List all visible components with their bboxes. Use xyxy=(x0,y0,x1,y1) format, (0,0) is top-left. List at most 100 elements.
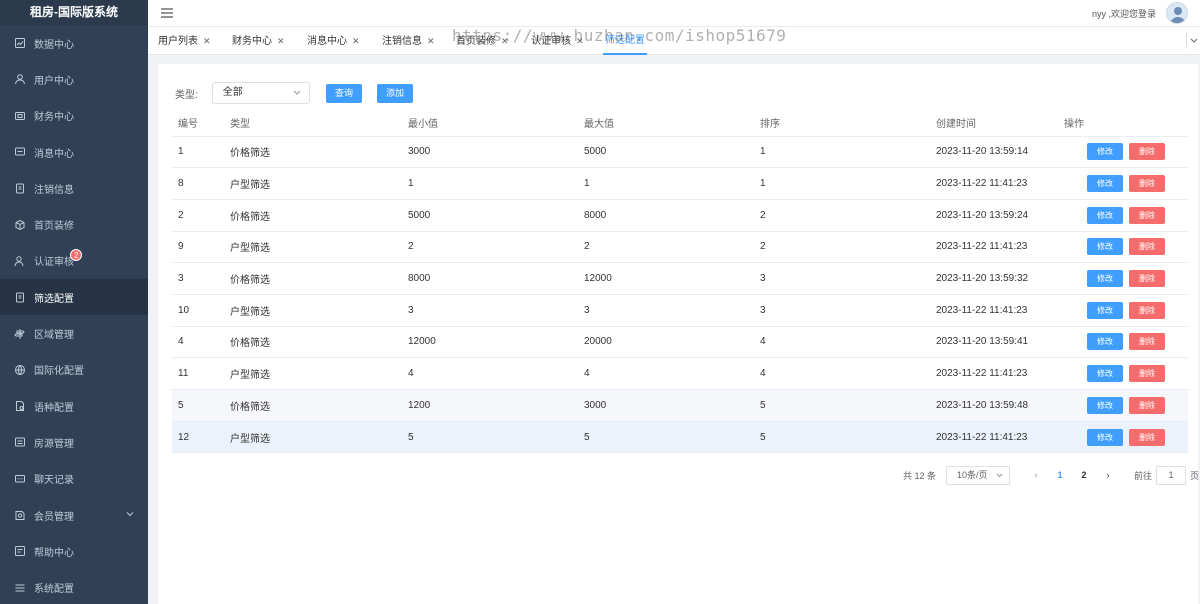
sidebar-item-label: 财务中心 xyxy=(34,112,74,124)
table-cell: 3 xyxy=(402,294,578,327)
tab-6[interactable]: 认证审核 ✕ xyxy=(531,27,584,55)
avatar[interactable] xyxy=(1166,2,1188,24)
sidebar-item-10[interactable]: 国际化配置 xyxy=(0,352,148,388)
sidebar-item-label: 系统配置 xyxy=(34,584,74,596)
delete-button[interactable]: 删除 xyxy=(1129,175,1165,193)
delete-button[interactable]: 删除 xyxy=(1129,428,1165,446)
table-body: 1 价格筛选 3000 5000 1 2023-11-20 13:59:14 修改 删除 8 户型… xyxy=(172,136,1188,454)
sidebar-item-9[interactable]: 区域管理 xyxy=(0,315,148,351)
tab-4[interactable]: 注销信息 ✕ xyxy=(382,27,435,55)
row-actions: 修改 删除 xyxy=(1064,294,1188,327)
table-cell: 3 xyxy=(578,294,754,327)
sidebar-item-8[interactable]: 筛选配置 xyxy=(0,279,148,316)
delete-button[interactable]: 删除 xyxy=(1129,301,1165,319)
user-area: nyy ,欢迎您登录 xyxy=(1092,2,1188,24)
next-page-button[interactable]: › xyxy=(1096,470,1120,480)
edit-button[interactable]: 修改 xyxy=(1087,396,1123,414)
document-icon xyxy=(14,400,26,412)
sidebar-item-2[interactable]: 用户中心 xyxy=(0,61,148,97)
table-cell: 3 xyxy=(172,262,224,295)
close-icon[interactable]: ✕ xyxy=(277,36,285,46)
sidebar-item-16[interactable]: 系统配置 xyxy=(0,569,148,604)
sidebar-item-11[interactable]: 语种配置 xyxy=(0,388,148,424)
signpost-icon xyxy=(14,328,26,340)
page-2-button[interactable]: 2 xyxy=(1072,470,1096,480)
sidebar-item-4[interactable]: 消息中心 xyxy=(0,134,148,170)
top-bar: nyy ,欢迎您登录 xyxy=(148,0,1200,27)
delete-button[interactable]: 删除 xyxy=(1129,365,1165,383)
chevron-down-icon xyxy=(293,90,301,95)
delete-button[interactable]: 删除 xyxy=(1129,143,1165,161)
sidebar-item-label: 首页装修 xyxy=(34,221,74,233)
wallet-icon xyxy=(14,110,26,122)
sidebar-item-5[interactable]: 注销信息 xyxy=(0,170,148,206)
close-icon[interactable]: ✕ xyxy=(576,36,584,46)
page-size-select[interactable]: 10条/页 xyxy=(946,465,1011,485)
goto-page-input[interactable]: 1 xyxy=(1156,465,1187,485)
table-cell: 1 xyxy=(754,136,930,169)
sidebar-item-label: 注销信息 xyxy=(34,184,74,196)
tab-label: 用户列表 xyxy=(158,36,198,47)
edit-button[interactable]: 修改 xyxy=(1087,301,1123,319)
edit-button[interactable]: 修改 xyxy=(1087,428,1123,446)
sidebar-item-3[interactable]: 财务中心 xyxy=(0,98,148,134)
edit-button[interactable]: 修改 xyxy=(1087,365,1123,383)
tab-5[interactable]: 首页装修 ✕ xyxy=(456,27,509,55)
close-icon[interactable]: ✕ xyxy=(203,36,211,46)
delete-button[interactable]: 删除 xyxy=(1129,396,1165,414)
sidebar-item-label: 数据中心 xyxy=(34,39,74,51)
delete-button[interactable]: 删除 xyxy=(1129,270,1165,288)
chevron-down-icon xyxy=(126,510,134,518)
page-1-button[interactable]: 1 xyxy=(1048,470,1072,480)
query-button[interactable]: 查询 xyxy=(326,84,362,103)
delete-button[interactable]: 删除 xyxy=(1129,206,1165,224)
sidebar-item-label: 语种配置 xyxy=(34,402,74,414)
sidebar-item-14[interactable]: 会员管理 xyxy=(0,497,148,533)
globe-icon xyxy=(14,364,26,376)
table-cell: 2 xyxy=(172,199,224,232)
tab-3[interactable]: 消息中心 ✕ xyxy=(307,27,360,55)
table-row: 1 价格筛选 3000 5000 1 2023-11-20 13:59:14 修改 删除 xyxy=(172,136,1188,169)
table-cell: 5 xyxy=(578,421,754,454)
edit-button[interactable]: 修改 xyxy=(1087,270,1123,288)
sidebar-item-label: 帮助中心 xyxy=(34,547,74,559)
table-cell: 5 xyxy=(754,389,930,422)
delete-button[interactable]: 删除 xyxy=(1129,333,1165,351)
sidebar-item-7[interactable]: 认证审核 2 xyxy=(0,243,148,279)
filter-bar: 类型: 全部 xyxy=(175,82,310,104)
tags-scroll-icon[interactable] xyxy=(1186,33,1200,49)
close-icon[interactable]: ✕ xyxy=(352,36,360,46)
pagination-total: 共 12 条 xyxy=(903,470,937,481)
tab-7[interactable]: 筛选配置 xyxy=(603,27,647,55)
delete-button[interactable]: 删除 xyxy=(1129,238,1165,256)
sidebar-item-12[interactable]: 房源管理 xyxy=(0,424,148,460)
edit-button[interactable]: 修改 xyxy=(1087,143,1123,161)
table-cell: 12000 xyxy=(402,326,578,359)
close-icon[interactable]: ✕ xyxy=(427,36,435,46)
add-button[interactable]: 添加 xyxy=(377,84,413,103)
user-check-icon xyxy=(14,255,26,267)
tab-1[interactable]: 用户列表 ✕ xyxy=(158,27,211,55)
member-icon xyxy=(14,509,26,521)
edit-button[interactable]: 修改 xyxy=(1087,238,1123,256)
row-actions: 修改 删除 xyxy=(1064,262,1188,295)
sidebar-item-15[interactable]: 帮助中心 xyxy=(0,533,148,569)
table-cell: 2 xyxy=(402,231,578,264)
hamburger-icon[interactable] xyxy=(160,6,174,20)
sidebar-item-1[interactable]: 数据中心 xyxy=(0,25,148,61)
tags-bar: 用户列表 ✕ 财务中心 ✕ 消息中心 ✕ 注销信息 ✕ 首页装修 ✕ 认证审核 ✕ 筛选配置 xyxy=(148,27,1200,55)
edit-button[interactable]: 修改 xyxy=(1087,333,1123,351)
sidebar-item-13[interactable]: 聊天记录 xyxy=(0,461,148,497)
edit-button[interactable]: 修改 xyxy=(1087,175,1123,193)
type-select[interactable]: 全部 xyxy=(211,82,310,104)
sidebar-item-6[interactable]: 首页装修 xyxy=(0,206,148,242)
edit-button[interactable]: 修改 xyxy=(1087,206,1123,224)
row-actions: 修改 删除 xyxy=(1064,199,1188,232)
table-cell: 2023-11-20 13:59:24 xyxy=(930,199,1064,232)
tab-2[interactable]: 财务中心 ✕ xyxy=(232,27,285,55)
prev-page-button[interactable]: ‹ xyxy=(1024,470,1048,480)
table-cell: 2023-11-20 13:59:32 xyxy=(930,262,1064,295)
close-icon[interactable]: ✕ xyxy=(501,36,509,46)
table-row: 11 户型筛选 4 4 4 2023-11-22 11:41:23 修改 删除 xyxy=(172,357,1188,390)
table-cell: 1 xyxy=(172,136,224,169)
